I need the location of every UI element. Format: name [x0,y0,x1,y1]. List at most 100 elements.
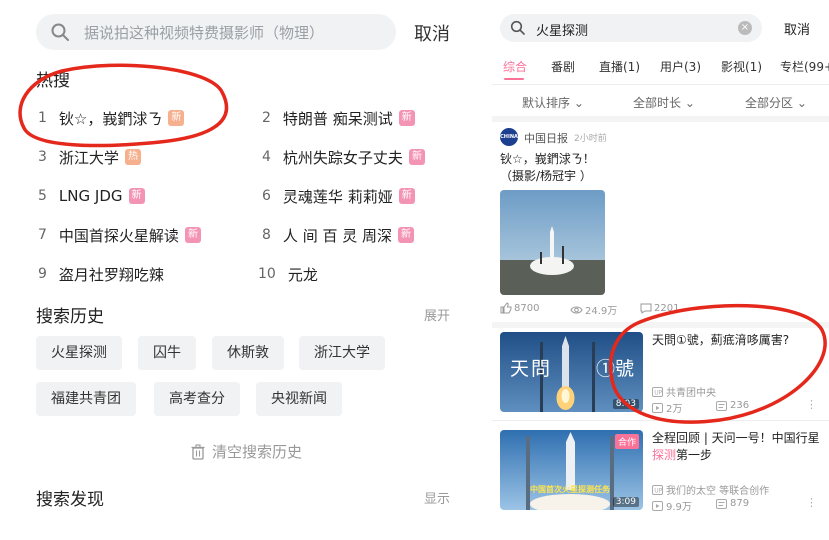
sort-filter[interactable]: 默认排序 ⌄ [522,94,584,111]
more-icon[interactable]: ⋮ [806,398,817,411]
video-duration: 3:09 [612,497,639,507]
danmaku-icon [716,400,727,411]
upload-icon: UP [652,484,663,495]
search-history-title: 搜索历史 [36,307,104,327]
hot-rank: 2 [262,110,271,126]
search-discover-title: 搜索发现 [36,490,104,510]
video-uploader-2[interactable]: UP 我们的太空 等联合创作 [652,482,769,497]
hot-item-9[interactable]: 9 盗月社罗翔吃辣 [38,261,164,287]
post-author[interactable]: 中国日报 [524,130,568,146]
cancel-button[interactable]: 取消 [784,19,810,38]
comment-icon [640,303,652,314]
play-icon [652,500,663,511]
like-icon [500,302,512,314]
new-badge: 新 [398,227,414,243]
hot-item-2[interactable]: 2 特朗普 痴呆测试 新 [262,105,415,131]
video-thumbnail-2[interactable]: 中国首次火星探测任务 合作 3:09 [500,430,643,510]
expand-history-button[interactable]: 展开 [424,305,450,324]
video-title-2[interactable]: 全程回顾 | 天问一号！中国行星探测第一步 [652,430,827,464]
post-text[interactable]: 钬☆，峩鍆浗ㄋ！ （摄影/杨冠宇 ） [500,151,595,185]
post-image-rocket-launch[interactable] [500,190,605,295]
history-chip[interactable]: 福建共青团 [36,382,136,416]
hot-item-7[interactable]: 7 中国首探火星解读 新 [38,222,201,248]
search-box[interactable]: 据说拍这种视频特费摄影师（物理） [36,14,396,50]
tab-live[interactable]: 直播(1) [599,58,640,75]
history-chip[interactable]: 休斯敦 [212,336,284,370]
video-plays-1: 2万 [652,400,682,415]
hot-rank: 5 [38,188,47,204]
cooperation-badge: 合作 [614,434,639,449]
hot-item-10[interactable]: 10 元龙 [258,261,318,287]
new-badge: 新 [398,110,415,126]
china-daily-logo[interactable]: CHINA DAILY [500,128,518,158]
divider [492,322,829,328]
new-badge: 新 [168,110,185,126]
danmaku-icon [716,498,727,509]
search-icon [51,23,69,41]
svg-text:UP: UP [654,389,662,396]
right-search-results: 火星探测 × 取消 综合 番剧 直播(1) 用户(3) 影视(1) 专栏(99+… [492,6,829,516]
clear-history-label: 清空搜索历史 [212,443,303,461]
hot-item-6[interactable]: 6 灵魂莲华 莉莉娅 新 [262,183,415,209]
tab-all[interactable]: 综合 [503,58,527,75]
video-title-1[interactable]: 天問①號，薊疷湇哆厲害? [652,332,827,349]
history-chip[interactable]: 囚牛 [138,336,196,370]
hot-badge: 热 [124,149,141,165]
video-plays-2: 9.9万 [652,498,692,513]
history-chip[interactable]: 火星探测 [36,336,122,370]
search-query[interactable]: 火星探测 [536,20,588,39]
divider [492,84,829,85]
post-line: （摄影/杨冠宇 ） [500,169,592,183]
hot-item-5[interactable]: 5 LNG JDG 新 [38,183,145,209]
new-badge: 新 [408,149,425,165]
post-time: 2小时前 [574,134,607,144]
hot-item-4[interactable]: 4 杭州失踪女子丈夫 新 [262,144,425,170]
hot-item-3[interactable]: 3 浙江大学 热 [38,144,141,170]
tab-film[interactable]: 影视(1) [721,58,762,75]
tab-bangumi[interactable]: 番剧 [551,58,575,75]
divider [492,116,829,122]
duration-filter[interactable]: 全部时长 ⌄ [633,94,695,111]
results-search-box[interactable]: 火星探测 × [500,14,762,42]
hot-text: 钬☆，峩鍆浗ㄋ [58,109,163,128]
view-icon [570,306,583,313]
post-line: 钬☆，峩鍆浗ㄋ！ [500,152,595,166]
hot-text: 中国首探火星解读 [58,226,179,245]
hot-rank: 9 [38,266,47,282]
hot-rank: 1 [38,110,47,126]
clear-history-button[interactable]: 清空搜索历史 [190,441,302,462]
hot-text: 元龙 [287,265,318,284]
tab-articles[interactable]: 专栏(99+ [780,58,829,75]
zone-filter[interactable]: 全部分区 ⌄ [745,94,807,111]
video-thumbnail-1[interactable]: 天問 ①號 8:03 [500,332,643,412]
new-badge: 新 [184,227,201,243]
play-icon [652,402,663,413]
hot-text: 人 间 百 灵 周深 [282,226,392,245]
comment-count[interactable]: 2201 [640,302,679,314]
search-placeholder[interactable]: 据说拍这种视频特费摄影师（物理） [84,22,324,43]
like-count[interactable]: 8700 [500,302,539,314]
history-chip[interactable]: 浙江大学 [299,336,385,370]
video-danmaku-2: 879 [716,498,749,509]
hot-text: LNG JDG [58,187,123,205]
more-icon[interactable]: ⋮ [806,496,817,509]
video-duration: 8:03 [612,399,639,409]
hot-item-1[interactable]: 1 钬☆，峩鍆浗ㄋ 新 [38,105,185,131]
video-uploader-1[interactable]: UP 共青团中央 [652,384,716,399]
hot-item-8[interactable]: 8 人 间 百 灵 周深 新 [262,222,414,248]
left-search-page: 据说拍这种视频特费摄影师（物理） 取消 热搜 1 钬☆，峩鍆浗ㄋ 新 2 特朗普… [0,0,470,540]
hot-text: 灵魂莲华 莉莉娅 [282,187,393,206]
history-chip[interactable]: 高考查分 [154,382,240,416]
upload-icon: UP [652,386,663,397]
tab-users[interactable]: 用户(3) [660,58,701,75]
show-discover-button[interactable]: 显示 [424,488,450,507]
cancel-button[interactable]: 取消 [414,20,450,46]
search-icon [510,20,525,35]
divider [492,420,829,421]
clear-icon[interactable]: × [738,21,752,35]
thumb-text: ①號 [596,358,635,380]
active-tab-indicator [504,78,524,80]
history-chip[interactable]: 央视新闻 [256,382,342,416]
hot-rank: 6 [262,188,271,204]
hot-rank: 7 [38,227,47,243]
